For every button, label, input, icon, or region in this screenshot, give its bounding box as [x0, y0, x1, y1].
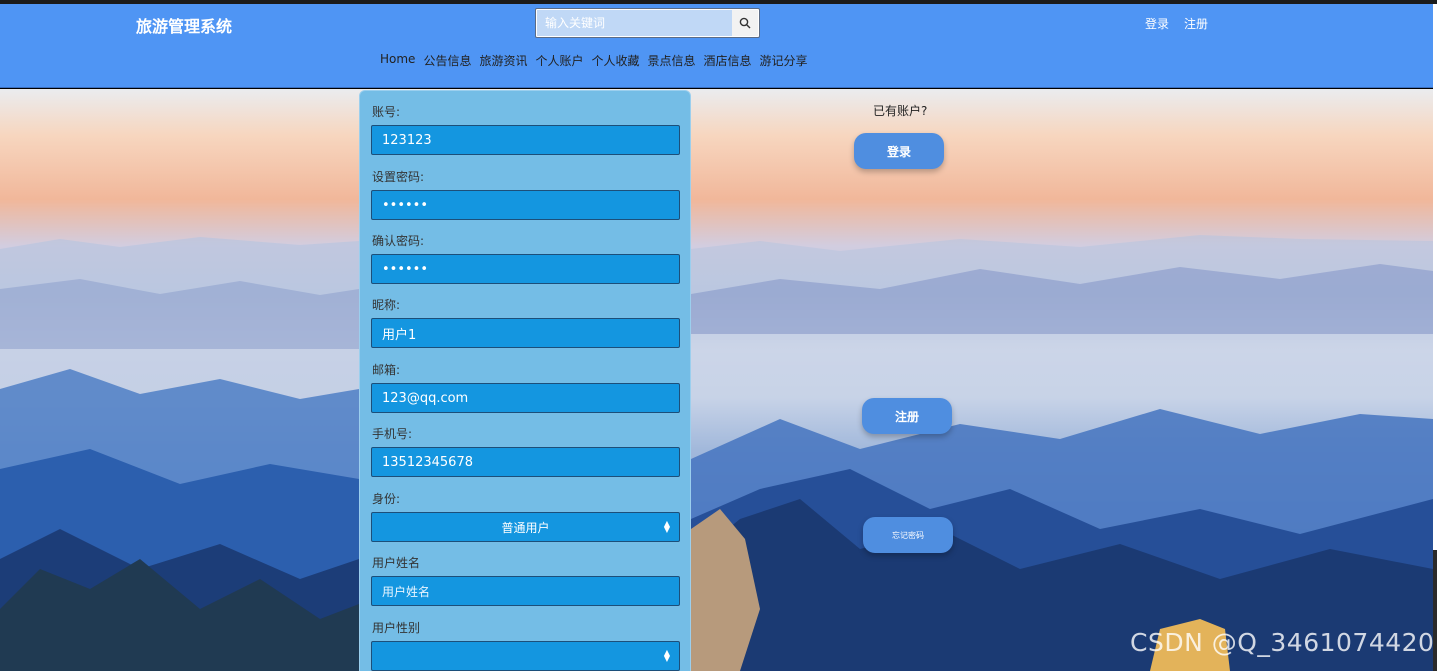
- phone-input[interactable]: 13512345678: [371, 447, 680, 477]
- select-arrows-icon: ▲ ▼: [663, 519, 670, 534]
- existing-account-hint: 已有账户?: [873, 104, 928, 118]
- forgot-password-button[interactable]: 忘记密码: [863, 517, 953, 553]
- header-login-link[interactable]: 登录: [1145, 15, 1169, 32]
- nav-personal-account[interactable]: 个人账户: [535, 52, 583, 69]
- password-input[interactable]: ••••••: [371, 190, 680, 220]
- nav-attractions[interactable]: 景点信息: [648, 52, 696, 69]
- account-input[interactable]: 123123: [371, 125, 680, 155]
- email-input[interactable]: 123@qq.com: [371, 383, 680, 413]
- site-brand[interactable]: 旅游管理系统: [136, 13, 232, 37]
- register-button[interactable]: 注册: [862, 398, 952, 434]
- search-icon: [739, 17, 751, 29]
- window-right-edge: [1433, 4, 1437, 550]
- nav-travel-notes[interactable]: 游记分享: [760, 52, 808, 69]
- nav-favorites[interactable]: 个人收藏: [591, 52, 639, 69]
- identity-select[interactable]: 普通用户 ▲ ▼: [371, 512, 680, 542]
- phone-label: 手机号:: [372, 427, 413, 441]
- account-label: 账号:: [372, 105, 401, 119]
- gender-select[interactable]: ▲ ▼: [371, 641, 680, 671]
- csdn-watermark: CSDN @Q_3461074420: [1130, 628, 1435, 657]
- login-button[interactable]: 登录: [854, 133, 944, 169]
- username-label: 用户姓名: [372, 556, 421, 570]
- select-arrows-icon: ▲ ▼: [663, 648, 670, 663]
- confirm-password-label: 确认密码:: [372, 234, 425, 248]
- top-header: 旅游管理系统 登录 注册 Home 公告信息 旅游资讯 个人账户 个人收藏 景点…: [0, 4, 1433, 88]
- gender-label: 用户性别: [372, 621, 421, 635]
- nav-home[interactable]: Home: [380, 52, 415, 69]
- username-input[interactable]: 用户姓名: [371, 576, 680, 606]
- password-label: 设置密码:: [372, 170, 425, 184]
- nickname-input[interactable]: 用户1: [371, 318, 680, 348]
- search-box: [535, 8, 760, 38]
- confirm-password-input[interactable]: ••••••: [371, 254, 680, 284]
- header-register-link[interactable]: 注册: [1184, 15, 1208, 32]
- nav-hotels[interactable]: 酒店信息: [704, 52, 752, 69]
- register-form-panel: 账号: 123123 设置密码: •••••• 确认密码: •••••• 昵称:…: [359, 90, 691, 671]
- identity-selected-value: 普通用户: [501, 520, 550, 535]
- search-button[interactable]: [732, 10, 758, 36]
- identity-label: 身份:: [372, 492, 401, 506]
- search-input[interactable]: [537, 10, 733, 36]
- nav-announcements[interactable]: 公告信息: [423, 52, 471, 69]
- mountain-background-image: [0, 89, 1433, 671]
- nickname-label: 昵称:: [372, 298, 401, 312]
- main-nav: Home 公告信息 旅游资讯 个人账户 个人收藏 景点信息 酒店信息 游记分享: [380, 52, 808, 69]
- nav-travel-news[interactable]: 旅游资讯: [479, 52, 527, 69]
- email-label: 邮箱:: [372, 363, 401, 377]
